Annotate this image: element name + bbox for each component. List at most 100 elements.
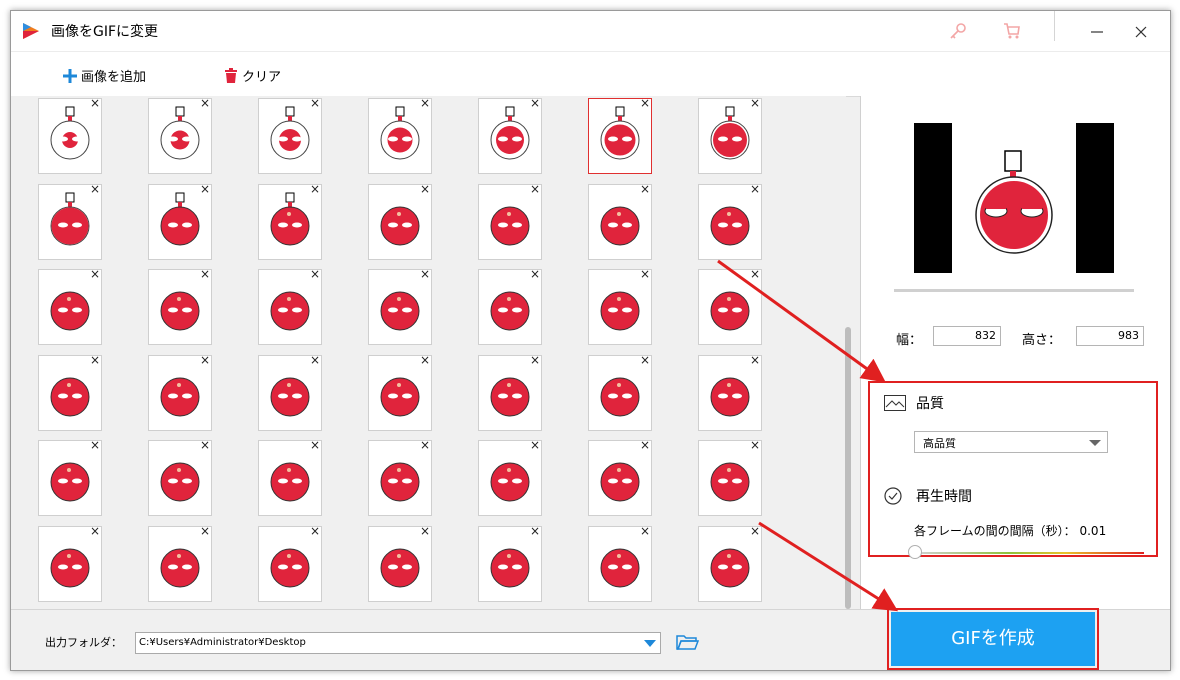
remove-thumbnail-icon[interactable]: ×: [420, 438, 430, 452]
remove-thumbnail-icon[interactable]: ×: [640, 96, 650, 110]
image-thumbnail[interactable]: ×: [38, 353, 102, 431]
image-thumbnail[interactable]: ×: [588, 267, 652, 345]
remove-thumbnail-icon[interactable]: ×: [640, 267, 650, 281]
folder-open-icon[interactable]: [675, 632, 699, 652]
close-icon[interactable]: [1130, 21, 1152, 43]
remove-thumbnail-icon[interactable]: ×: [310, 267, 320, 281]
image-thumbnail[interactable]: ×: [258, 96, 322, 174]
image-thumbnail[interactable]: ×: [148, 524, 212, 602]
remove-thumbnail-icon[interactable]: ×: [640, 182, 650, 196]
image-thumbnail[interactable]: ×: [698, 438, 762, 516]
image-thumbnail[interactable]: ×: [148, 438, 212, 516]
remove-thumbnail-icon[interactable]: ×: [640, 353, 650, 367]
remove-thumbnail-icon[interactable]: ×: [90, 182, 100, 196]
image-thumbnail[interactable]: ×: [258, 182, 322, 260]
image-thumbnail[interactable]: ×: [38, 96, 102, 174]
remove-thumbnail-icon[interactable]: ×: [90, 438, 100, 452]
image-thumbnail[interactable]: ×: [38, 182, 102, 260]
create-gif-button[interactable]: GIFを作成: [891, 612, 1095, 666]
image-thumbnail[interactable]: ×: [478, 438, 542, 516]
image-thumbnail[interactable]: ×: [368, 353, 432, 431]
cart-icon[interactable]: [1002, 21, 1022, 41]
remove-thumbnail-icon[interactable]: ×: [200, 96, 210, 110]
key-icon[interactable]: [948, 21, 968, 41]
remove-thumbnail-icon[interactable]: ×: [530, 438, 540, 452]
remove-thumbnail-icon[interactable]: ×: [530, 524, 540, 538]
remove-thumbnail-icon[interactable]: ×: [420, 96, 430, 110]
remove-thumbnail-icon[interactable]: ×: [530, 267, 540, 281]
image-thumbnail[interactable]: ×: [368, 438, 432, 516]
quality-select[interactable]: 高品質: [914, 431, 1108, 453]
remove-thumbnail-icon[interactable]: ×: [750, 438, 760, 452]
image-thumbnail[interactable]: ×: [38, 524, 102, 602]
remove-thumbnail-icon[interactable]: ×: [420, 524, 430, 538]
remove-thumbnail-icon[interactable]: ×: [530, 96, 540, 110]
image-thumbnail[interactable]: ×: [478, 182, 542, 260]
image-thumbnail[interactable]: ×: [258, 438, 322, 516]
grid-scrollbar[interactable]: [845, 327, 851, 609]
remove-thumbnail-icon[interactable]: ×: [530, 182, 540, 196]
image-thumbnail[interactable]: ×: [698, 524, 762, 602]
image-thumbnail[interactable]: ×: [148, 267, 212, 345]
image-thumbnail[interactable]: ×: [698, 182, 762, 260]
remove-thumbnail-icon[interactable]: ×: [200, 438, 210, 452]
interval-slider-track[interactable]: [918, 552, 1144, 554]
image-thumbnail[interactable]: ×: [698, 96, 762, 174]
remove-thumbnail-icon[interactable]: ×: [750, 524, 760, 538]
image-thumbnail[interactable]: ×: [148, 96, 212, 174]
remove-thumbnail-icon[interactable]: ×: [310, 96, 320, 110]
image-thumbnail[interactable]: ×: [698, 353, 762, 431]
image-thumbnail[interactable]: ×: [368, 267, 432, 345]
interval-slider-thumb[interactable]: [908, 545, 922, 559]
remove-thumbnail-icon[interactable]: ×: [310, 353, 320, 367]
remove-thumbnail-icon[interactable]: ×: [90, 96, 100, 110]
image-thumbnail[interactable]: ×: [588, 524, 652, 602]
remove-thumbnail-icon[interactable]: ×: [310, 438, 320, 452]
remove-thumbnail-icon[interactable]: ×: [310, 524, 320, 538]
remove-thumbnail-icon[interactable]: ×: [640, 438, 650, 452]
remove-thumbnail-icon[interactable]: ×: [530, 353, 540, 367]
image-thumbnail[interactable]: ×: [148, 353, 212, 431]
image-thumbnail[interactable]: ×: [368, 524, 432, 602]
remove-thumbnail-icon[interactable]: ×: [750, 267, 760, 281]
add-images-button[interactable]: 画像を追加: [63, 66, 146, 85]
height-field[interactable]: 983: [1076, 326, 1144, 346]
remove-thumbnail-icon[interactable]: ×: [200, 353, 210, 367]
image-thumbnail[interactable]: ×: [258, 353, 322, 431]
image-thumbnail[interactable]: ×: [478, 267, 542, 345]
minimize-icon[interactable]: [1086, 21, 1108, 43]
remove-thumbnail-icon[interactable]: ×: [310, 182, 320, 196]
image-thumbnail[interactable]: ×: [588, 96, 652, 174]
image-thumbnail[interactable]: ×: [258, 524, 322, 602]
width-field[interactable]: 832: [933, 326, 1001, 346]
remove-thumbnail-icon[interactable]: ×: [750, 96, 760, 110]
remove-thumbnail-icon[interactable]: ×: [420, 182, 430, 196]
remove-thumbnail-icon[interactable]: ×: [200, 524, 210, 538]
output-path-field[interactable]: C:¥Users¥Administrator¥Desktop: [135, 632, 661, 654]
remove-thumbnail-icon[interactable]: ×: [200, 267, 210, 281]
image-thumbnail[interactable]: ×: [698, 267, 762, 345]
image-thumbnail[interactable]: ×: [258, 267, 322, 345]
image-thumbnail[interactable]: ×: [38, 438, 102, 516]
image-thumbnail[interactable]: ×: [588, 438, 652, 516]
image-thumbnail[interactable]: ×: [38, 267, 102, 345]
remove-thumbnail-icon[interactable]: ×: [420, 353, 430, 367]
remove-thumbnail-icon[interactable]: ×: [750, 353, 760, 367]
remove-thumbnail-icon[interactable]: ×: [420, 267, 430, 281]
image-thumbnail[interactable]: ×: [148, 182, 212, 260]
remove-thumbnail-icon[interactable]: ×: [200, 182, 210, 196]
remove-thumbnail-icon[interactable]: ×: [90, 524, 100, 538]
remove-thumbnail-icon[interactable]: ×: [640, 524, 650, 538]
remove-thumbnail-icon[interactable]: ×: [90, 353, 100, 367]
image-thumbnail[interactable]: ×: [478, 96, 542, 174]
image-thumbnail[interactable]: ×: [368, 96, 432, 174]
image-thumbnail[interactable]: ×: [588, 353, 652, 431]
clear-button[interactable]: クリア: [224, 66, 281, 85]
remove-thumbnail-icon[interactable]: ×: [750, 182, 760, 196]
image-thumbnail[interactable]: ×: [588, 182, 652, 260]
image-thumbnail[interactable]: ×: [478, 353, 542, 431]
remove-thumbnail-icon[interactable]: ×: [90, 267, 100, 281]
image-thumbnail[interactable]: ×: [368, 182, 432, 260]
image-thumbnail[interactable]: ×: [478, 524, 542, 602]
chevron-down-icon[interactable]: [644, 640, 656, 647]
